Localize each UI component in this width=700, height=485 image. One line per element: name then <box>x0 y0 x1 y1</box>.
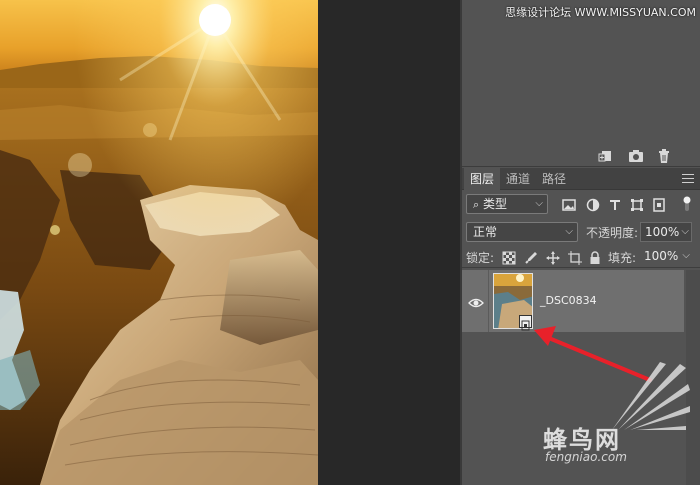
tab-paths[interactable]: 路径 <box>536 168 572 190</box>
chevron-down-icon: ⌵ <box>535 198 543 209</box>
filter-toggle-icon[interactable] <box>680 195 694 211</box>
opacity-label: 不透明度: <box>586 226 639 240</box>
trash-icon[interactable] <box>656 148 672 164</box>
panel-menu-icon[interactable] <box>682 174 694 184</box>
blend-mode-value: 正常 <box>473 225 498 239</box>
lock-row: 锁定: 填充: 100% ⌵ <box>462 246 700 268</box>
lock-transparent-icon[interactable] <box>502 250 516 265</box>
blend-row: 正常 ⌵ 不透明度: 100% ⌵ <box>462 220 700 244</box>
visibility-separator <box>488 270 489 332</box>
opacity-value: 100% <box>645 225 680 239</box>
blend-mode-select[interactable]: 正常 ⌵ <box>466 222 578 242</box>
history-panel-footer <box>462 145 700 167</box>
layer-filter-label: 类型 <box>483 197 508 211</box>
type-filter-icon[interactable] <box>608 197 622 211</box>
chevron-down-icon: ⌵ <box>682 250 690 261</box>
lock-position-icon[interactable] <box>546 250 560 265</box>
layers-panel-tabs: 图层 通道 路径 <box>462 168 700 190</box>
image-filter-icon[interactable] <box>562 197 576 211</box>
fill-input[interactable]: 100% ⌵ <box>640 246 692 266</box>
lock-image-icon[interactable] <box>524 250 538 264</box>
fill-value: 100% <box>644 249 679 263</box>
history-panel-area <box>462 0 700 145</box>
camera-icon[interactable] <box>628 148 644 164</box>
canvas-background <box>318 0 460 485</box>
new-snapshot-icon[interactable] <box>598 148 614 164</box>
layer-filter-select[interactable]: ⌕ 类型 ⌵ <box>466 194 548 214</box>
shape-filter-icon[interactable] <box>630 197 644 211</box>
watermark-domain: fengniao.com <box>545 450 627 464</box>
eye-icon[interactable] <box>468 294 484 308</box>
lock-label: 锁定: <box>466 251 495 265</box>
layer-filter-row: ⌕ 类型 ⌵ <box>462 192 700 218</box>
tab-channels[interactable]: 通道 <box>500 168 536 190</box>
canyon-photo <box>0 0 318 485</box>
lock-all-icon[interactable] <box>588 250 602 264</box>
photoshop-window: 图层 通道 路径 ⌕ 类型 ⌵ 正常 ⌵ 不透明度: 100% ⌵ 锁定: 填充… <box>0 0 700 485</box>
opacity-input[interactable]: 100% ⌵ <box>640 222 692 242</box>
document-canvas[interactable] <box>0 0 318 485</box>
smart-object-filter-icon[interactable] <box>652 197 666 212</box>
chevron-down-icon: ⌵ <box>565 226 573 237</box>
watermark-top: 思缘设计论坛 WWW.MISSYUAN.COM <box>505 6 696 19</box>
tab-layers[interactable]: 图层 <box>464 168 501 190</box>
layer-name[interactable]: _DSC0834 <box>540 294 597 307</box>
search-icon: ⌕ <box>473 198 480 211</box>
chevron-down-icon: ⌵ <box>681 226 689 237</box>
fill-label: 填充: <box>608 251 637 265</box>
adjustment-filter-icon[interactable] <box>586 197 600 212</box>
lock-artboard-icon[interactable] <box>568 250 582 265</box>
